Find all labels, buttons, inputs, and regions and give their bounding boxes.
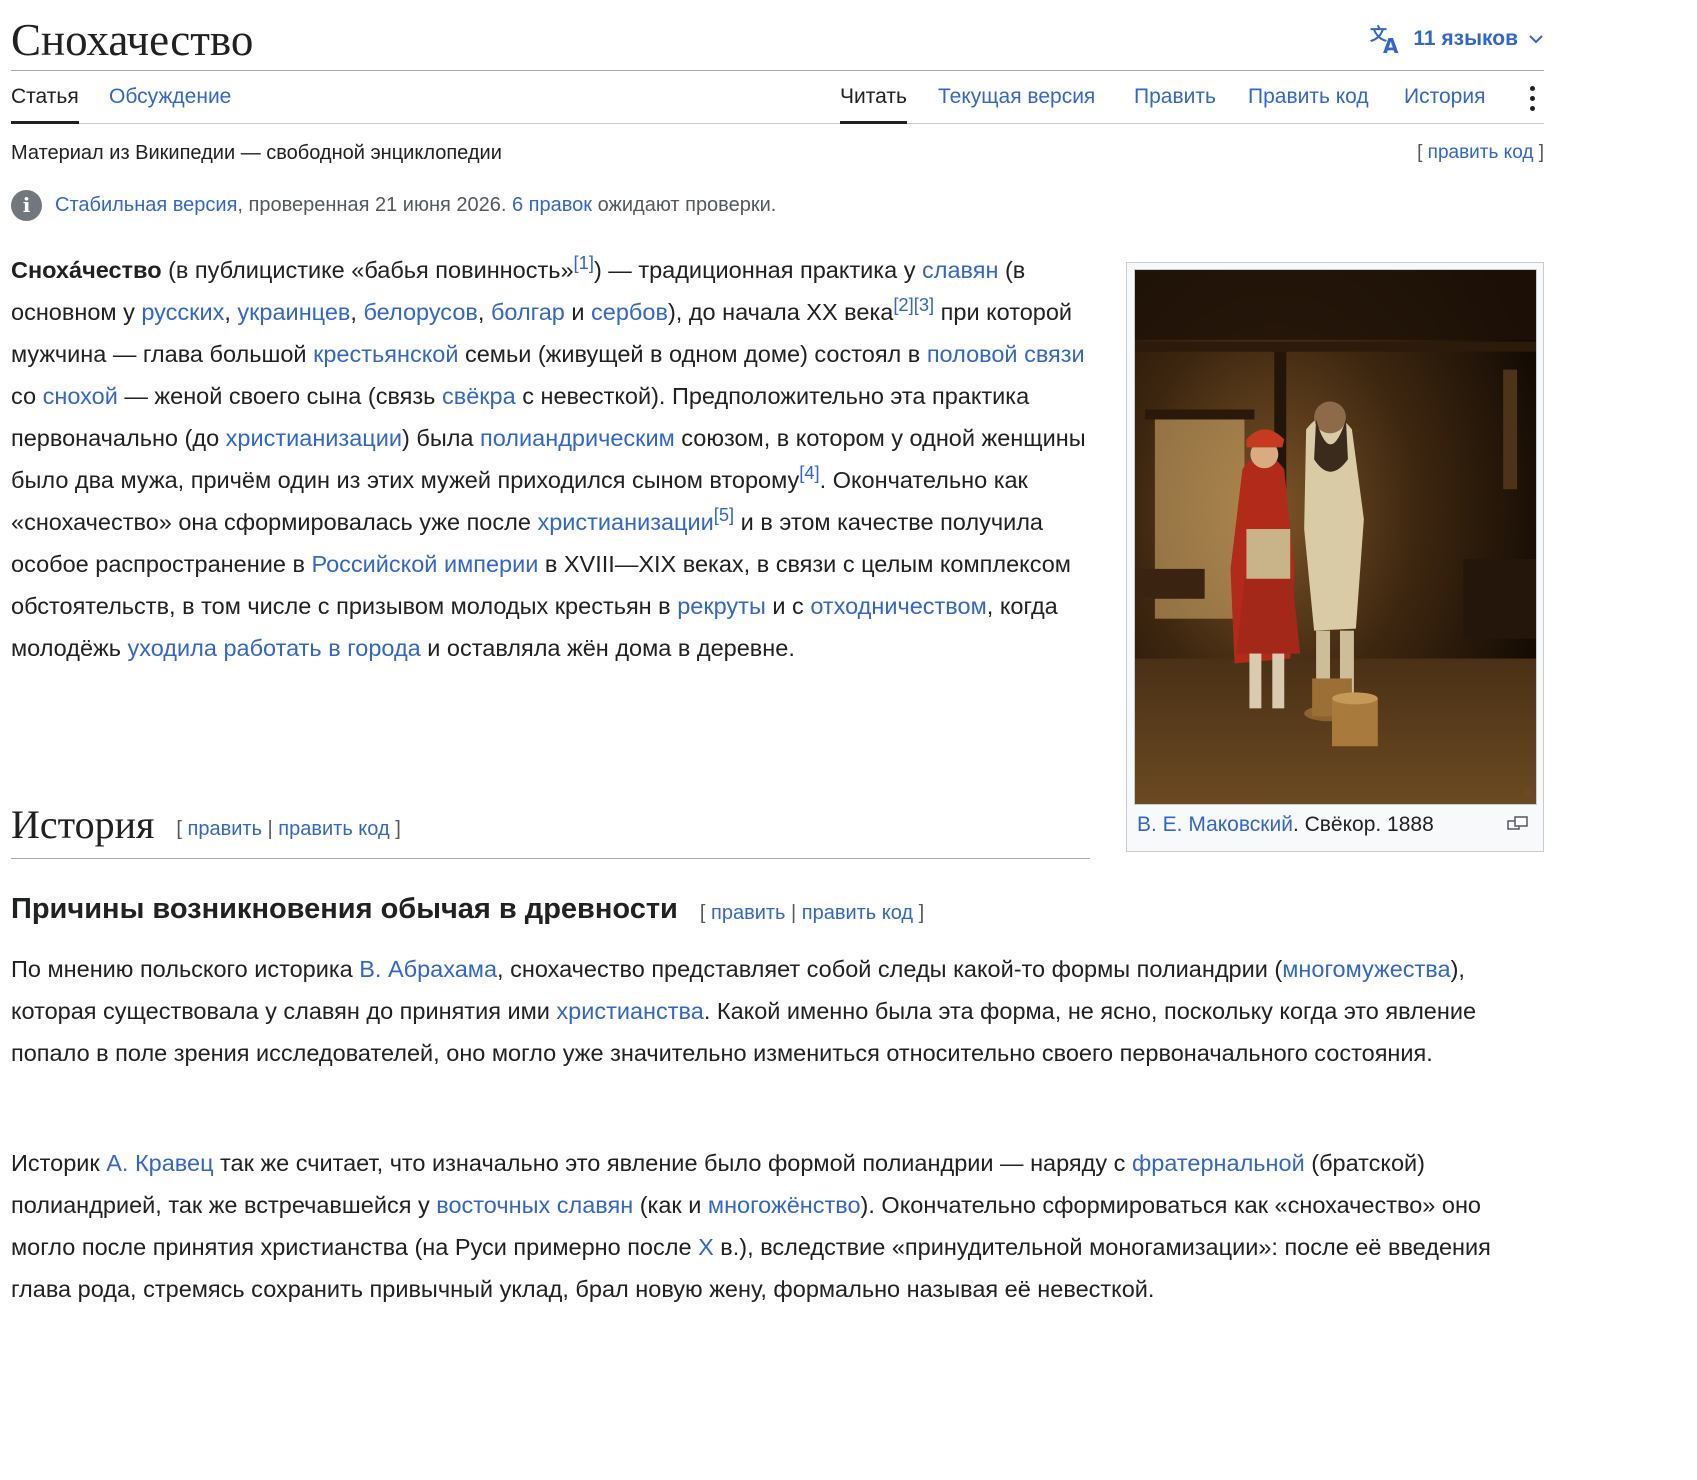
section-edit-link[interactable]: править — [188, 818, 262, 840]
tab-read[interactable]: Читать — [840, 71, 907, 124]
translate-icon: 文 A — [1370, 24, 1399, 55]
link-east-slavs[interactable]: восточных славян — [436, 1192, 633, 1218]
ellipsis-vertical-icon — [1529, 86, 1535, 91]
link-russian-empire[interactable]: Российской империи — [311, 551, 538, 577]
section-edit-source-link[interactable]: править код — [278, 818, 389, 840]
edit-source-link[interactable]: править код — [1428, 142, 1534, 163]
svg-text:A: A — [1383, 34, 1399, 55]
link-christianity[interactable]: христианства — [556, 998, 703, 1024]
section-title: История — [11, 802, 155, 847]
link-peasant[interactable]: крестьянской — [313, 341, 458, 367]
link-polyandry[interactable]: многомужества — [1282, 956, 1450, 982]
link-snokha[interactable]: снохой — [43, 383, 118, 409]
page-tabs: Статья Обсуждение Читать Текущая версия … — [11, 71, 1544, 124]
chevron-down-icon — [1529, 35, 1543, 44]
section-history-heading: История [ править | править код ] — [11, 796, 1090, 859]
subsection-edit-link[interactable]: править — [711, 902, 785, 924]
link-polyandric[interactable]: полиандрическим — [480, 425, 675, 451]
link-belarusians[interactable]: белорусов — [363, 299, 477, 325]
link-abraham[interactable]: В. Абрахама — [359, 956, 497, 982]
title-bar: Снохачество 文 A 11 языков — [11, 8, 1544, 71]
link-makovsky[interactable]: В. Е. Маковский — [1137, 813, 1293, 836]
language-button[interactable]: 文 A 11 языков — [1369, 22, 1544, 56]
ref-2[interactable]: [2] — [893, 294, 913, 315]
tab-article[interactable]: Статья — [11, 71, 79, 124]
link-sexual-relations[interactable]: половой связи — [927, 341, 1085, 367]
ref-3[interactable]: [3] — [914, 294, 934, 315]
link-ukrainians[interactable]: украинцев — [237, 299, 350, 325]
link-bulgarians[interactable]: болгар — [491, 299, 565, 325]
language-count: 11 языков — [1413, 27, 1518, 50]
more-actions-button[interactable] — [1526, 83, 1538, 113]
link-christianization-2[interactable]: христианизации — [537, 509, 713, 535]
link-slavs[interactable]: славян — [922, 257, 998, 283]
link-otkhodnichestvo[interactable]: отходничеством — [810, 593, 986, 619]
tab-edit-source[interactable]: Править код — [1248, 71, 1369, 123]
link-russians[interactable]: русских — [141, 299, 224, 325]
link-serbs[interactable]: сербов — [591, 299, 668, 325]
paragraph-abraham: По мнению польского историка В. Абрахама… — [11, 956, 1477, 1066]
info-icon: i — [11, 189, 42, 221]
term-bold: Снохá́чество — [11, 257, 162, 283]
page-edit-source-link: [ править код ] — [1417, 142, 1544, 163]
ref-4[interactable]: [4] — [799, 462, 819, 483]
subsection-edit-links: [ править | править код ] — [699, 901, 925, 924]
pending-edits-link[interactable]: 6 правок — [512, 194, 592, 217]
article-page: Снохачество 文 A 11 языков Статья Обсужде… — [0, 0, 1697, 1480]
ref-5[interactable]: [5] — [714, 504, 734, 525]
page-title: Снохачество — [11, 15, 254, 65]
section-causes-heading: Причины возникновения обычая в древности… — [11, 886, 924, 932]
tab-current-version[interactable]: Текущая версия — [938, 71, 1095, 123]
link-kravets[interactable]: А. Кравец — [106, 1150, 213, 1176]
stable-version-notice: i Стабильная версия , проверенная 21 июн… — [11, 189, 776, 221]
subsection-title: Причины возникновения обычая в древности — [11, 893, 678, 925]
link-recruits[interactable]: рекруты — [677, 593, 766, 619]
figure-caption: В. Е. Маковский. Свёкор. 1888 — [1137, 813, 1434, 836]
tab-talk[interactable]: Обсуждение — [109, 71, 231, 123]
ref-1[interactable]: [1] — [574, 252, 594, 273]
link-svekor[interactable]: свёкра — [442, 383, 516, 409]
paragraph-kravets: Историк А. Кравец так же считает, что из… — [11, 1150, 1491, 1302]
lead-paragraph: Снохá́чество (в публицистике «бабья пови… — [11, 252, 1086, 661]
tab-history[interactable]: История — [1404, 71, 1485, 123]
subsection-edit-source-link[interactable]: править код — [802, 902, 913, 924]
link-polygyny[interactable]: многожёнство — [708, 1192, 861, 1218]
section-edit-links: [ править | править код ] — [176, 818, 401, 840]
painting-figure: В. Е. Маковский. Свёкор. 1888 — [1126, 262, 1544, 852]
link-fraternal[interactable]: фратернальной — [1132, 1150, 1305, 1176]
link-x-century[interactable]: X — [698, 1234, 714, 1260]
link-christianization-1[interactable]: христианизации — [226, 425, 402, 451]
link-work-in-towns[interactable]: уходила работать в города — [128, 635, 421, 661]
stable-version-link[interactable]: Стабильная версия — [55, 194, 237, 217]
painting-image[interactable] — [1134, 269, 1537, 805]
magnify-clip-icon[interactable] — [1507, 816, 1529, 832]
tab-edit[interactable]: Править — [1134, 71, 1216, 123]
site-tagline: Материал из Википедии — свободной энцикл… — [11, 142, 502, 164]
